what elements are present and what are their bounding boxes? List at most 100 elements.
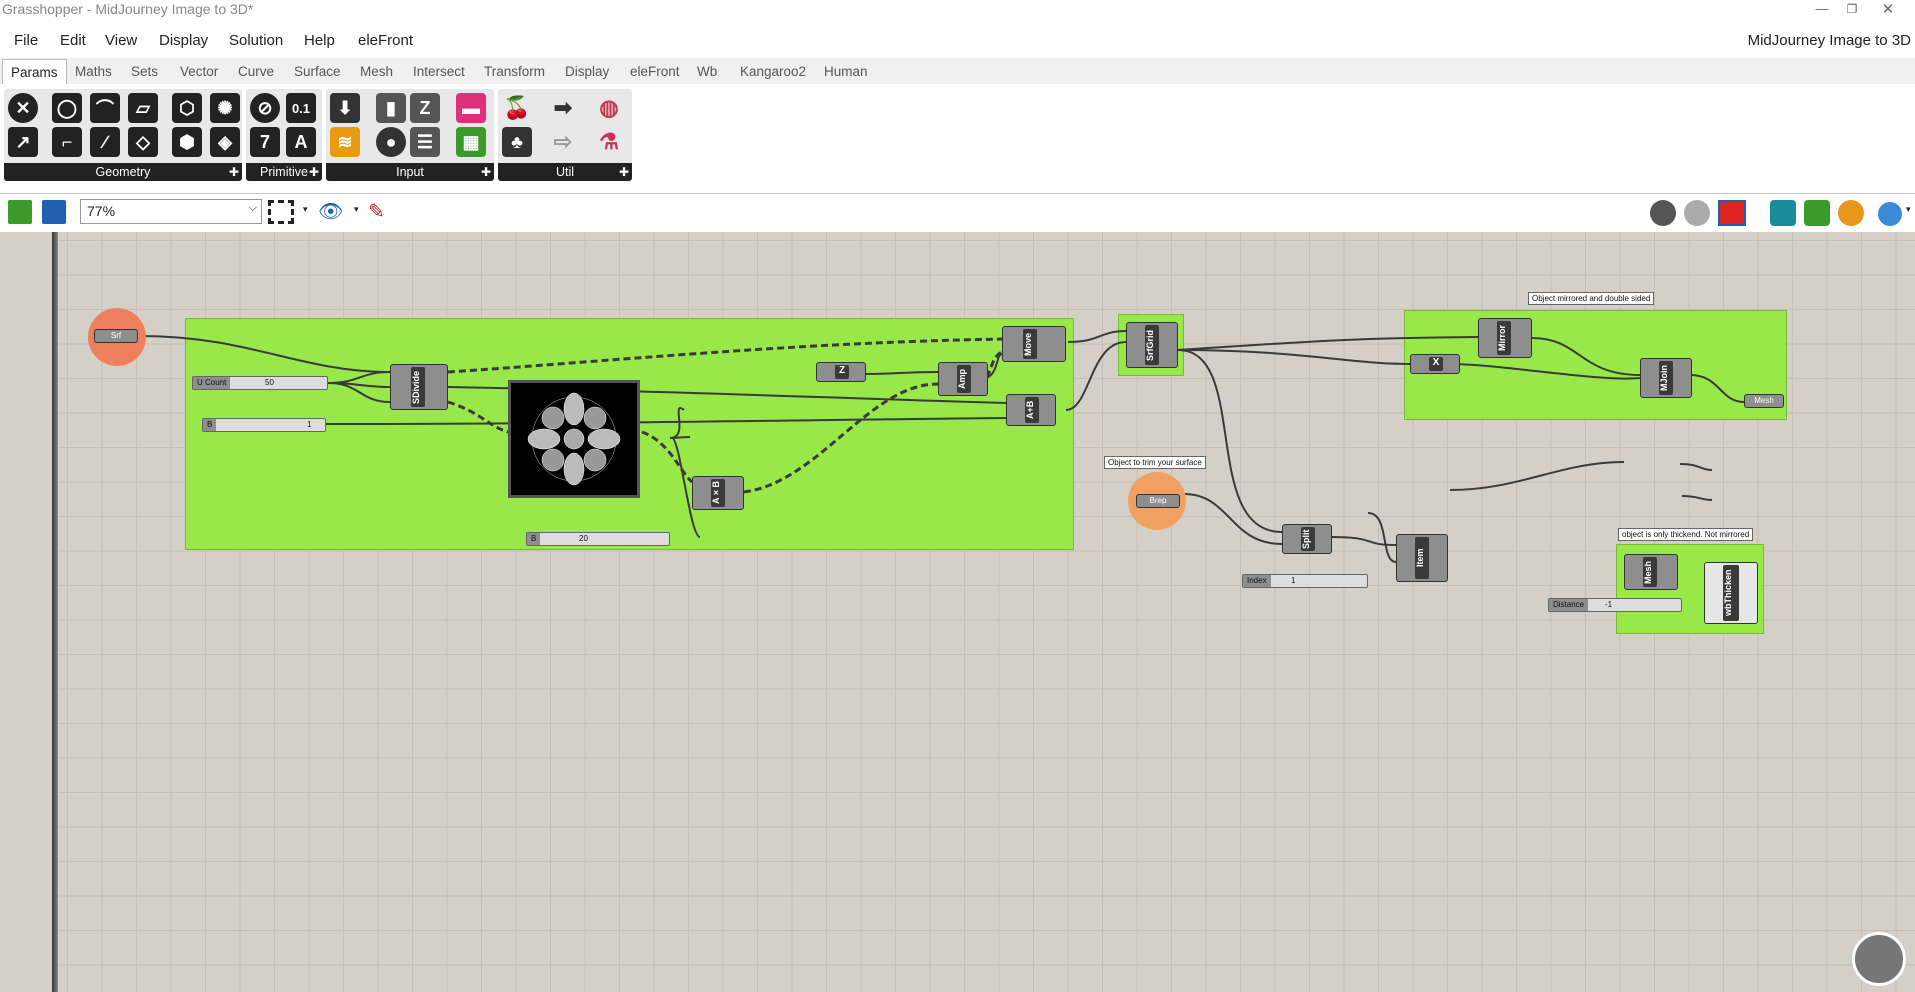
tab-display[interactable]: Display — [565, 64, 609, 79]
number-icon[interactable]: 0.1 — [286, 93, 316, 123]
u-count-slider[interactable]: U Count 50 — [192, 376, 328, 390]
circle-icon[interactable]: ◯ — [52, 93, 82, 123]
expand-icon[interactable]: ✚ — [229, 163, 239, 181]
srfgrid-component[interactable]: SrfGrid — [1126, 322, 1178, 368]
expand-icon[interactable]: ✚ — [309, 163, 319, 181]
toggle-icon[interactable]: ▮ — [376, 93, 406, 123]
point-icon[interactable]: ✕ — [8, 93, 38, 123]
mjoin-component[interactable]: MJoin — [1640, 358, 1692, 398]
menu-solution[interactable]: Solution — [229, 32, 283, 49]
tab-maths[interactable]: Maths — [75, 64, 112, 79]
menu-help[interactable]: Help — [304, 32, 335, 49]
button-icon[interactable]: ● — [376, 127, 406, 157]
tab-sets[interactable]: Sets — [131, 64, 158, 79]
sphere-icon[interactable] — [1878, 202, 1902, 226]
menu-elefront[interactable]: eleFront — [358, 32, 413, 49]
expand-icon[interactable]: ✚ — [481, 163, 491, 181]
mirror-component[interactable]: Mirror — [1478, 318, 1532, 358]
addition-component[interactable]: A+B — [1006, 394, 1056, 426]
save-icon[interactable] — [42, 200, 66, 224]
grasshopper-canvas[interactable]: Srf U Count 50 B 1 B 20 SDivide A×B Z Am… — [0, 232, 1915, 992]
tab-curve[interactable]: Curve — [238, 64, 274, 79]
chevron-down-icon[interactable]: ▾ — [303, 204, 308, 215]
sketch-pen-icon[interactable]: ✎ — [368, 199, 385, 224]
tab-intersect[interactable]: Intersect — [413, 64, 465, 79]
tab-vector[interactable]: Vector — [180, 64, 218, 79]
plane-icon[interactable]: ◇ — [128, 127, 158, 157]
restore-icon[interactable]: ❐ — [1837, 2, 1867, 16]
move-component[interactable]: Move — [1002, 326, 1066, 362]
mesh-preview-icon[interactable] — [1770, 200, 1796, 226]
brep-param[interactable]: Brep — [1136, 494, 1180, 508]
arrow-right-icon[interactable]: ➡ — [548, 93, 578, 123]
amplitude-component[interactable]: Amp — [938, 362, 988, 396]
srf-param[interactable]: Srf — [94, 329, 138, 343]
field-icon[interactable]: ◈ — [210, 127, 240, 157]
arrow-outline-icon[interactable]: ⇨ — [548, 127, 578, 157]
data-input-icon[interactable]: ⬇ — [330, 93, 360, 123]
preview-selected-icon[interactable] — [1718, 200, 1746, 226]
split-component[interactable]: Split — [1282, 524, 1332, 554]
chevron-down-icon[interactable]: ▾ — [354, 204, 359, 215]
expand-icon[interactable]: ✚ — [619, 163, 629, 181]
surface-icon[interactable]: ▱ — [128, 93, 158, 123]
arc-icon[interactable]: ⌐ — [52, 127, 82, 157]
material-icon[interactable] — [1838, 200, 1864, 226]
cluster-icon[interactable]: ♣ — [502, 127, 532, 157]
menu-display[interactable]: Display — [159, 32, 208, 49]
tab-wb[interactable]: Wb — [697, 64, 717, 79]
multiply-component[interactable]: A×B — [692, 476, 744, 510]
mesh-component[interactable]: Mesh — [1624, 554, 1678, 590]
preview-wireframe-icon[interactable] — [1650, 200, 1676, 226]
tab-human[interactable]: Human — [824, 64, 868, 79]
tab-surface[interactable]: Surface — [294, 64, 341, 79]
menu-view[interactable]: View — [105, 32, 137, 49]
sdivide-component[interactable]: SDivide — [390, 364, 448, 410]
boolean-icon[interactable]: ⊘ — [250, 93, 280, 123]
curve-icon[interactable]: ⌒ — [90, 93, 120, 123]
menu-file[interactable]: File — [14, 32, 38, 49]
wbthicken-component[interactable]: wbThicken — [1704, 562, 1758, 624]
preview-eye-icon[interactable]: 👁 — [318, 199, 343, 224]
bezier-icon[interactable]: Z — [410, 93, 440, 123]
item-component[interactable]: Item — [1396, 534, 1448, 582]
brep-icon[interactable]: ⬢ — [172, 127, 202, 157]
zoom-extents-icon[interactable] — [268, 200, 294, 224]
zoom-select[interactable]: 77% ⌵ — [80, 199, 262, 224]
title-bar: Grasshopper - MidJourney Image to 3D* — … — [0, 0, 1915, 22]
text-icon[interactable]: A — [286, 127, 316, 157]
gradient-icon[interactable]: ▬ — [456, 93, 486, 123]
minimize-icon[interactable]: — — [1807, 1, 1837, 16]
tab-transform[interactable]: Transform — [484, 64, 545, 79]
index-slider[interactable]: Index 1 — [1242, 574, 1368, 588]
vector-icon[interactable]: ↗ — [8, 127, 38, 157]
open-file-icon[interactable] — [8, 200, 32, 224]
tab-elefront[interactable]: eleFront — [630, 64, 680, 79]
distance-slider[interactable]: Distance -1 — [1548, 598, 1682, 612]
image-sampler-icon[interactable]: ▦ — [456, 127, 486, 157]
image-sampler[interactable] — [508, 380, 640, 498]
mesh-output-param[interactable]: Mesh — [1744, 394, 1784, 408]
menu-edit[interactable]: Edit — [60, 32, 86, 49]
box-icon[interactable]: ⬡ — [172, 93, 202, 123]
chevron-down-icon[interactable]: ▾ — [1906, 204, 1911, 215]
x-component[interactable]: X — [1410, 354, 1460, 374]
preview-shaded-icon[interactable] — [1684, 200, 1710, 226]
cherry-picker-icon[interactable]: 🍒 — [502, 93, 532, 123]
flask-icon[interactable]: ⚗ — [594, 127, 624, 157]
b-slider-2[interactable]: B 20 — [526, 532, 670, 546]
unit-z-component[interactable]: Z — [816, 362, 866, 382]
tab-kangaroo2[interactable]: Kangaroo2 — [740, 64, 806, 79]
mesh-icon[interactable]: ✺ — [210, 93, 240, 123]
tab-params[interactable]: Params — [2, 59, 67, 84]
galapagos-icon[interactable]: ◍ — [594, 93, 624, 123]
graph-mapper-icon[interactable]: ≋ — [330, 127, 360, 157]
navigation-compass-icon[interactable] — [1852, 932, 1906, 986]
b-slider-1[interactable]: B 1 — [202, 418, 326, 432]
close-icon[interactable]: ✕ — [1873, 0, 1903, 18]
integer-icon[interactable]: 7 — [250, 127, 280, 157]
value-list-icon[interactable]: ☰ — [410, 127, 440, 157]
shaded-preview-icon[interactable] — [1804, 200, 1830, 226]
line-icon[interactable]: ∕ — [90, 127, 120, 157]
tab-mesh[interactable]: Mesh — [360, 64, 393, 79]
